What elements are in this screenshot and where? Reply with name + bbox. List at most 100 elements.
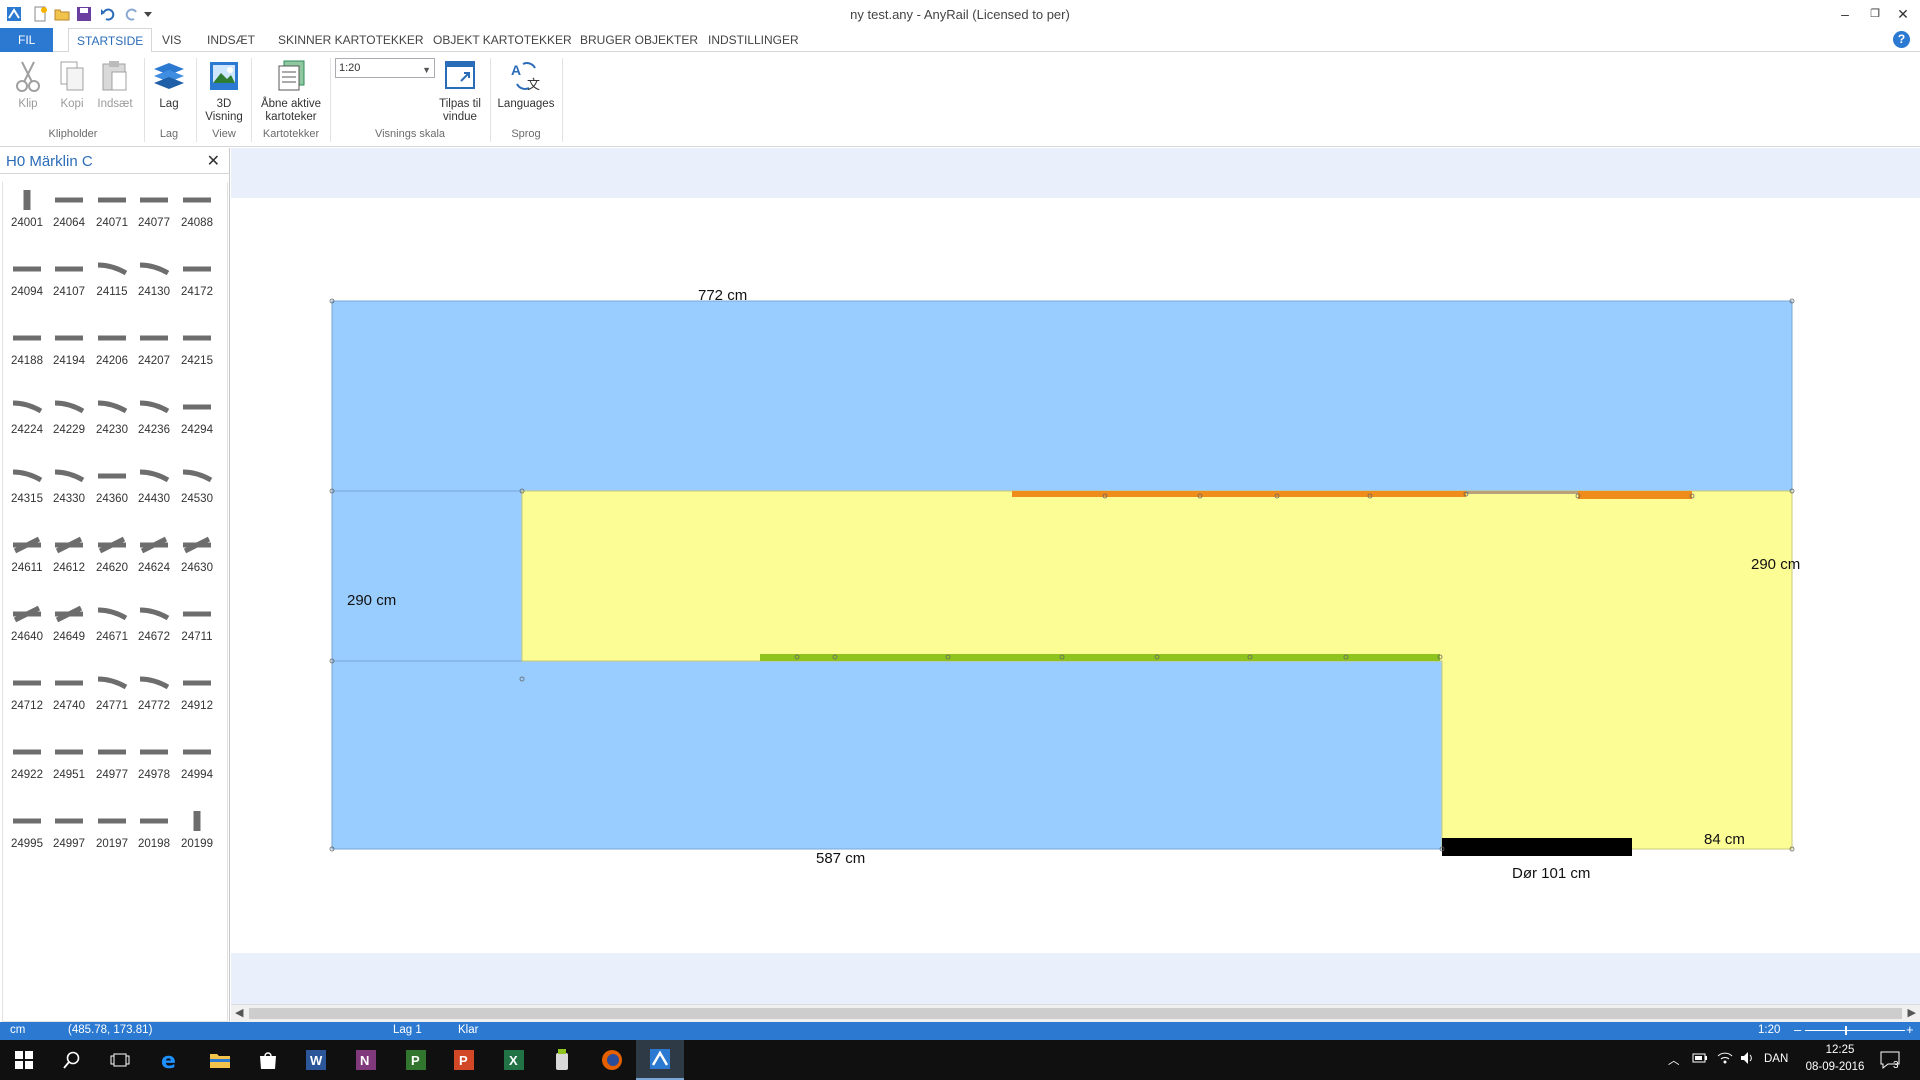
track-piece-24620[interactable]: 24620 [92,527,132,587]
clock-date[interactable]: 08-09-2016 [1800,1061,1870,1073]
track-piece-24224[interactable]: 24224 [7,389,47,449]
copy-button[interactable]: Kopi [52,58,92,111]
track-piece-24206[interactable]: 24206 [92,320,132,380]
track-piece-24612[interactable]: 24612 [49,527,89,587]
track-piece-24922[interactable]: 24922 [7,734,47,794]
track-piece-24077[interactable]: 24077 [134,182,174,242]
tab-objekt-kartotekker[interactable]: OBJEKT KARTOTEKKER [425,28,580,52]
zoom-slider-thumb[interactable] [1845,1026,1847,1035]
track-piece-24215[interactable]: 24215 [177,320,217,380]
battery-icon[interactable] [1692,1051,1708,1068]
track-piece-24951[interactable]: 24951 [49,734,89,794]
track-piece-24071[interactable]: 24071 [92,182,132,242]
track-piece-24997[interactable]: 24997 [49,803,89,863]
scale-dropdown[interactable]: 1:20 ▼ [335,58,435,78]
app-button[interactable] [538,1040,586,1080]
track-piece-24712[interactable]: 24712 [7,665,47,725]
track-piece-24672[interactable]: 24672 [134,596,174,656]
track-piece-24064[interactable]: 24064 [49,182,89,242]
track-piece-24230[interactable]: 24230 [92,389,132,449]
clock-time[interactable]: 12:25 [1814,1044,1866,1056]
languages-button[interactable]: A文 Languages [494,58,558,111]
track-piece-24315[interactable]: 24315 [7,458,47,518]
track-piece-24088[interactable]: 24088 [177,182,217,242]
help-button[interactable]: ? [1893,31,1910,48]
track-piece-24430[interactable]: 24430 [134,458,174,518]
wifi-icon[interactable] [1716,1051,1734,1068]
track-piece-24624[interactable]: 24624 [134,527,174,587]
start-button[interactable] [0,1040,48,1080]
track-piece-24094[interactable]: 24094 [7,251,47,311]
powerpoint-app-button[interactable]: P [440,1040,488,1080]
track-piece-24649[interactable]: 24649 [49,596,89,656]
track-piece-24978[interactable]: 24978 [134,734,174,794]
track-piece-24630[interactable]: 24630 [177,527,217,587]
tab-skinner-kartotekker[interactable]: SKINNER KARTOTEKKER [270,28,432,52]
layers-button[interactable]: Lag [150,58,188,111]
track-piece-20197[interactable]: 20197 [92,803,132,863]
fit-to-window-button[interactable]: Tilpas til vindue [434,58,486,124]
track-piece-24671[interactable]: 24671 [92,596,132,656]
show-hidden-icons-icon[interactable]: ︿ [1668,1052,1680,1068]
track-piece-24360[interactable]: 24360 [92,458,132,518]
tab-indstillinger[interactable]: INDSTILLINGER [700,28,807,52]
zoom-in-button[interactable]: + [1906,1022,1914,1037]
track-piece-24640[interactable]: 24640 [7,596,47,656]
zoom-out-button[interactable]: – [1794,1022,1801,1037]
paste-button[interactable]: Indsæt [94,58,136,111]
tab-startside[interactable]: STARTSIDE [68,28,153,53]
layout-canvas[interactable] [231,148,1920,1004]
track-piece-24711[interactable]: 24711 [177,596,217,656]
track-piece-24294[interactable]: 24294 [177,389,217,449]
track-piece-24912[interactable]: 24912 [177,665,217,725]
track-piece-24115[interactable]: 24115 [92,251,132,311]
scroll-left-icon[interactable]: ◀ [235,1006,243,1019]
track-piece-24740[interactable]: 24740 [49,665,89,725]
search-button[interactable] [48,1040,96,1080]
close-button[interactable]: ✕ [1888,4,1918,24]
tab-indsaet[interactable]: INDSÆT [199,28,263,52]
track-piece-24330[interactable]: 24330 [49,458,89,518]
track-piece-24188[interactable]: 24188 [7,320,47,380]
track-piece-20198[interactable]: 20198 [134,803,174,863]
restore-button[interactable]: ❐ [1860,4,1890,24]
track-piece-24771[interactable]: 24771 [92,665,132,725]
volume-icon[interactable] [1740,1051,1756,1068]
zoom-slider[interactable] [1805,1030,1905,1031]
task-view-button[interactable] [96,1040,144,1080]
track-piece-24207[interactable]: 24207 [134,320,174,380]
firefox-app-button[interactable] [588,1040,636,1080]
track-piece-24977[interactable]: 24977 [92,734,132,794]
track-piece-24772[interactable]: 24772 [134,665,174,725]
track-piece-24994[interactable]: 24994 [177,734,217,794]
track-piece-24236[interactable]: 24236 [134,389,174,449]
explorer-app-button[interactable] [196,1040,244,1080]
edge-app-button[interactable]: e [146,1040,194,1080]
track-piece-24001[interactable]: 24001 [7,182,47,242]
minimize-button[interactable]: – [1830,4,1860,24]
track-piece-24530[interactable]: 24530 [177,458,217,518]
scroll-right-icon[interactable]: ▶ [1908,1006,1916,1019]
track-piece-24995[interactable]: 24995 [7,803,47,863]
open-active-catalogs-button[interactable]: Åbne aktive kartoteker [256,58,326,124]
track-piece-24107[interactable]: 24107 [49,251,89,311]
onenote-app-button[interactable]: N [342,1040,390,1080]
track-piece-24611[interactable]: 24611 [7,527,47,587]
excel-app-button[interactable]: X [490,1040,538,1080]
horizontal-scrollbar[interactable]: ◀ ▶ [231,1004,1920,1022]
track-piece-24172[interactable]: 24172 [177,251,217,311]
scrollbar-thumb[interactable] [249,1008,1902,1019]
project-app-button[interactable]: P [392,1040,440,1080]
word-app-button[interactable]: W [292,1040,340,1080]
anyrail-app-button[interactable] [636,1040,684,1080]
panel-close-icon[interactable]: ✕ [207,151,220,171]
track-piece-24130[interactable]: 24130 [134,251,174,311]
tab-fil[interactable]: FIL [0,28,54,52]
track-piece-24194[interactable]: 24194 [49,320,89,380]
tab-bruger-objekter[interactable]: BRUGER OBJEKTER [572,28,706,52]
track-piece-24229[interactable]: 24229 [49,389,89,449]
3d-view-button[interactable]: 3D Visning [202,58,246,124]
track-piece-20199[interactable]: 20199 [177,803,217,863]
cut-button[interactable]: Klip [8,58,48,111]
language-indicator[interactable]: DAN [1764,1053,1788,1065]
